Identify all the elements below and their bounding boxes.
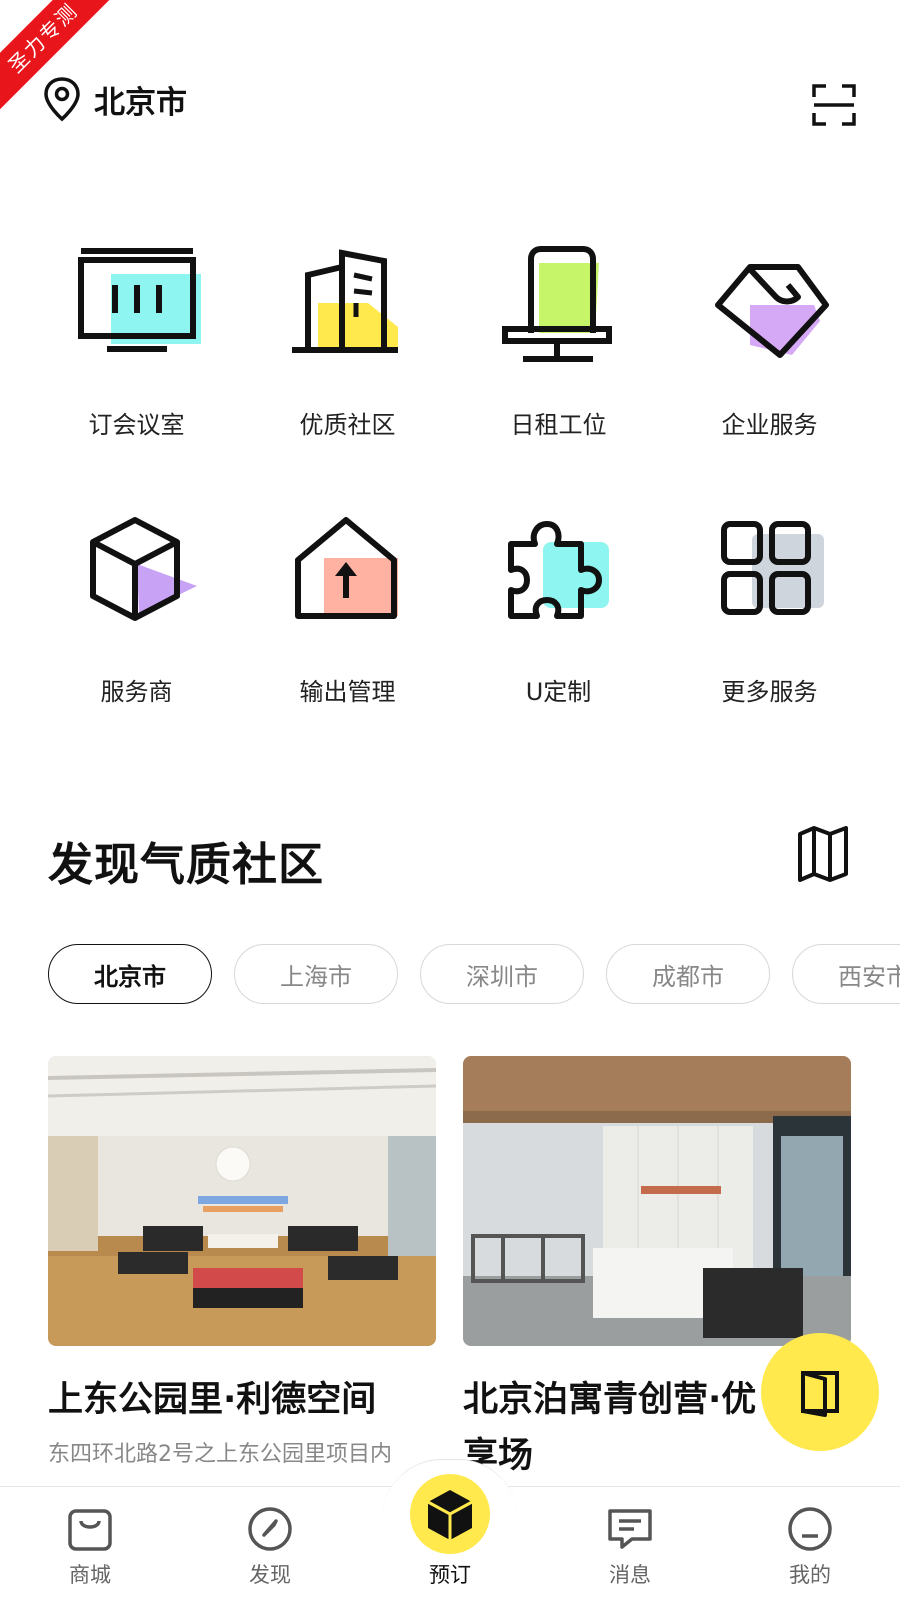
lounge-photo	[47, 1056, 437, 1346]
service-more[interactable]: 更多服务	[664, 512, 875, 712]
tab-mall[interactable]: 商城	[30, 1487, 150, 1600]
house-arrow-icon	[295, 517, 398, 619]
city-tab-xian[interactable]: 西安市	[792, 944, 900, 1004]
location-label: 北京市	[94, 84, 187, 121]
tab-label: 消息	[609, 1563, 651, 1587]
compass-icon	[248, 1507, 292, 1551]
book-center-button[interactable]	[410, 1474, 490, 1554]
meeting-room-icon	[78, 248, 201, 352]
scan-icon[interactable]	[812, 83, 856, 127]
service-output-management[interactable]: 输出管理	[242, 512, 453, 712]
tab-mine[interactable]: 我的	[750, 1487, 870, 1600]
door-icon	[801, 1371, 839, 1417]
service-grid-row-1: 订会议室 优质社区 日租工位 企业服务	[0, 245, 900, 445]
service-grid-row-2: 服务商 输出管理 U定制 更多服务	[0, 512, 900, 712]
card-title: 上东公园里·利德空间	[48, 1380, 377, 1420]
service-label: 订会议室	[88, 411, 185, 439]
community-card[interactable]: 上东公园里·利德空间 东四环北路2号之上东公园里项目内	[47, 1056, 437, 1468]
tab-label: 预订	[429, 1563, 471, 1587]
handshake-icon	[715, 264, 829, 358]
city-tab-beijing[interactable]: 北京市	[48, 944, 212, 1004]
section-title: 发现气质社区	[48, 838, 325, 891]
service-enterprise[interactable]: 企业服务	[664, 245, 875, 445]
tab-label: 我的	[789, 1563, 831, 1587]
map-icon[interactable]	[796, 826, 850, 882]
card-title: 北京泊寓青创营·优享场	[463, 1380, 757, 1476]
smile-icon	[788, 1507, 832, 1551]
city-tab-chengdu[interactable]: 成都市	[606, 944, 770, 1004]
tab-label: 商城	[69, 1563, 111, 1587]
grid-icon	[721, 521, 824, 615]
city-tab-shanghai[interactable]: 上海市	[234, 944, 398, 1004]
service-meeting-room[interactable]: 订会议室	[31, 245, 242, 445]
service-label: 优质社区	[299, 411, 396, 439]
tab-messages[interactable]: 消息	[570, 1487, 690, 1600]
tab-label: 发现	[249, 1563, 291, 1587]
service-day-desk[interactable]: 日租工位	[453, 245, 664, 445]
service-label: 输出管理	[299, 678, 396, 706]
service-label: 服务商	[100, 678, 173, 706]
service-label: 企业服务	[721, 411, 818, 439]
service-label: 日租工位	[510, 411, 607, 439]
city-tabs: 北京市 上海市 深圳市 成都市 西安市	[48, 944, 900, 1006]
puzzle-icon	[508, 521, 609, 619]
service-provider[interactable]: 服务商	[31, 512, 242, 712]
location-pin-icon	[44, 77, 80, 122]
cube-icon	[427, 1490, 473, 1540]
door-fab-button[interactable]	[761, 1333, 879, 1451]
top-header: 北京市	[0, 70, 900, 130]
tab-discover[interactable]: 发现	[210, 1487, 330, 1600]
service-label: 更多服务	[721, 678, 818, 706]
building-icon	[292, 249, 398, 353]
office-chair-icon	[502, 246, 612, 362]
service-u-custom[interactable]: U定制	[453, 512, 664, 712]
service-quality-community[interactable]: 优质社区	[242, 245, 453, 445]
shopping-bag-icon	[68, 1509, 112, 1551]
message-icon	[608, 1509, 652, 1549]
location-selector[interactable]: 北京市	[42, 76, 187, 122]
city-tab-shenzhen[interactable]: 深圳市	[420, 944, 584, 1004]
lobby-photo	[463, 1056, 851, 1346]
service-label: U定制	[525, 678, 592, 706]
card-address: 东四环北路2号之上东公园里项目内	[48, 1442, 392, 1467]
box-icon	[90, 517, 197, 621]
